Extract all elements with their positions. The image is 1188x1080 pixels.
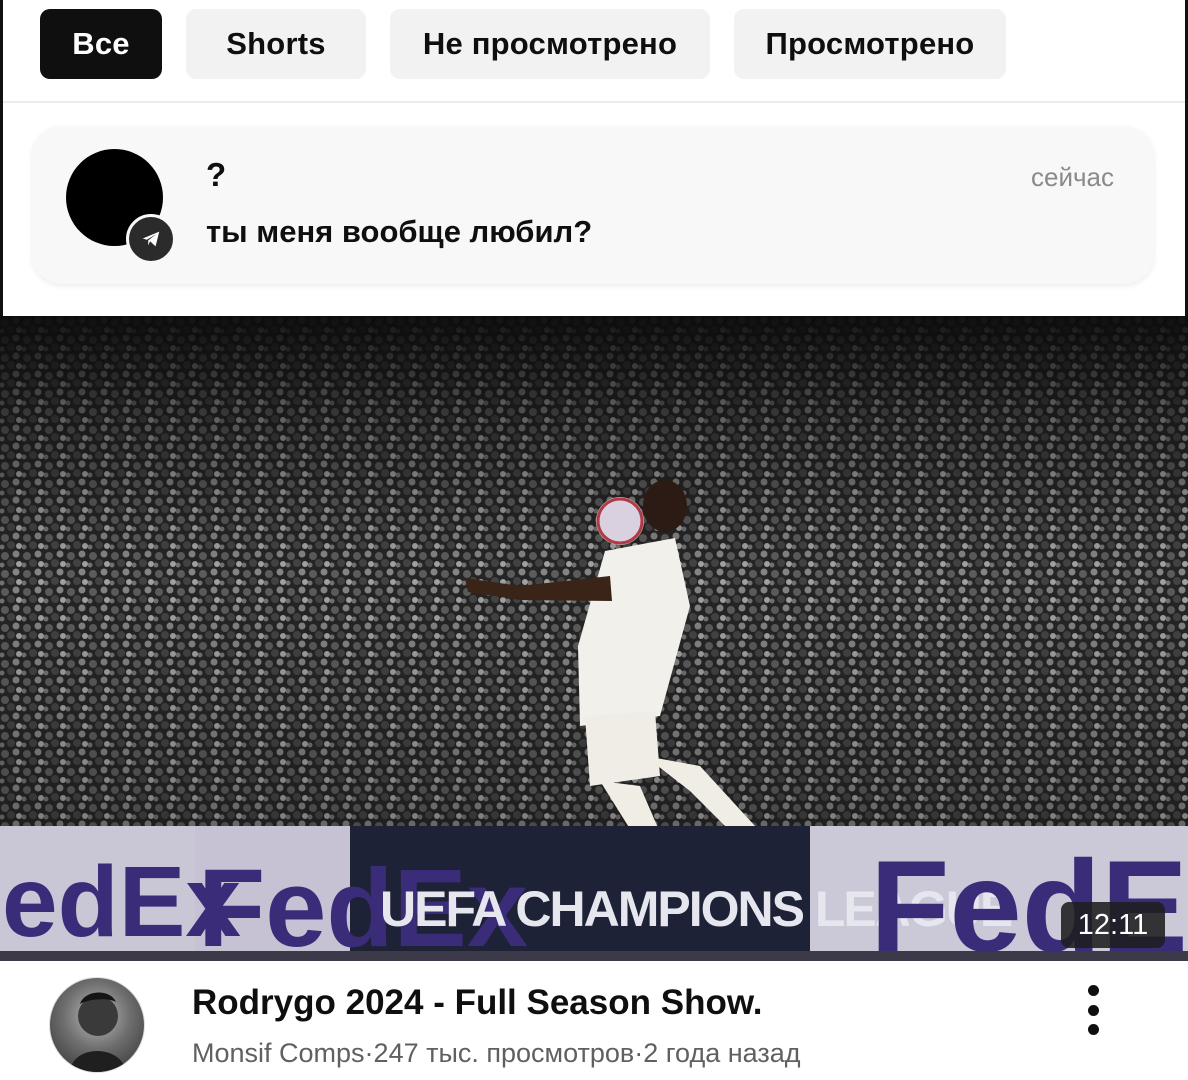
divider xyxy=(3,101,1185,103)
chip-unwatched[interactable]: Не просмотрено xyxy=(390,9,710,79)
upload-age: 2 года назад xyxy=(643,1038,801,1068)
telegram-icon xyxy=(126,214,176,264)
chip-all[interactable]: Все xyxy=(40,9,162,79)
notification-text: ты меня вообще любил? xyxy=(206,214,593,249)
feed-screen: Все Shorts Не просмотрено Просмотрено ? … xyxy=(0,0,1188,1080)
notification-title: ? xyxy=(206,156,227,193)
window-edge xyxy=(0,0,3,316)
separator: · xyxy=(634,1038,644,1068)
channel-avatar[interactable] xyxy=(49,977,145,1073)
notification-time: сейчас xyxy=(1031,162,1114,192)
chip-watched[interactable]: Просмотрено xyxy=(734,9,1006,79)
advertising-boards: edEx FedEx UEFA CHAMPIONS LEAGUE FedEx xyxy=(0,826,1188,961)
message-notification[interactable]: ? ты меня вообще любил? сейчас xyxy=(32,126,1154,284)
video-title[interactable]: Rodrygo 2024 - Full Season Show. xyxy=(192,983,762,1023)
filter-chips: Все Shorts Не просмотрено Просмотрено xyxy=(40,9,1006,79)
video-thumbnail[interactable]: edEx FedEx UEFA CHAMPIONS LEAGUE FedEx 1… xyxy=(0,316,1188,961)
video-subtitle: Monsif Comps · 247 тыс. просмотров · 2 г… xyxy=(192,1038,801,1069)
video-meta: Rodrygo 2024 - Full Season Show. Monsif … xyxy=(0,961,1188,1080)
view-count: 247 тыс. просмотров xyxy=(373,1038,635,1068)
separator: · xyxy=(364,1038,374,1068)
more-options-icon[interactable] xyxy=(1078,985,1108,1035)
duration-badge: 12:11 xyxy=(1061,902,1165,948)
channel-name[interactable]: Monsif Comps xyxy=(192,1038,365,1069)
chip-shorts[interactable]: Shorts xyxy=(186,9,366,79)
stadium-crowd-image xyxy=(0,316,1188,826)
